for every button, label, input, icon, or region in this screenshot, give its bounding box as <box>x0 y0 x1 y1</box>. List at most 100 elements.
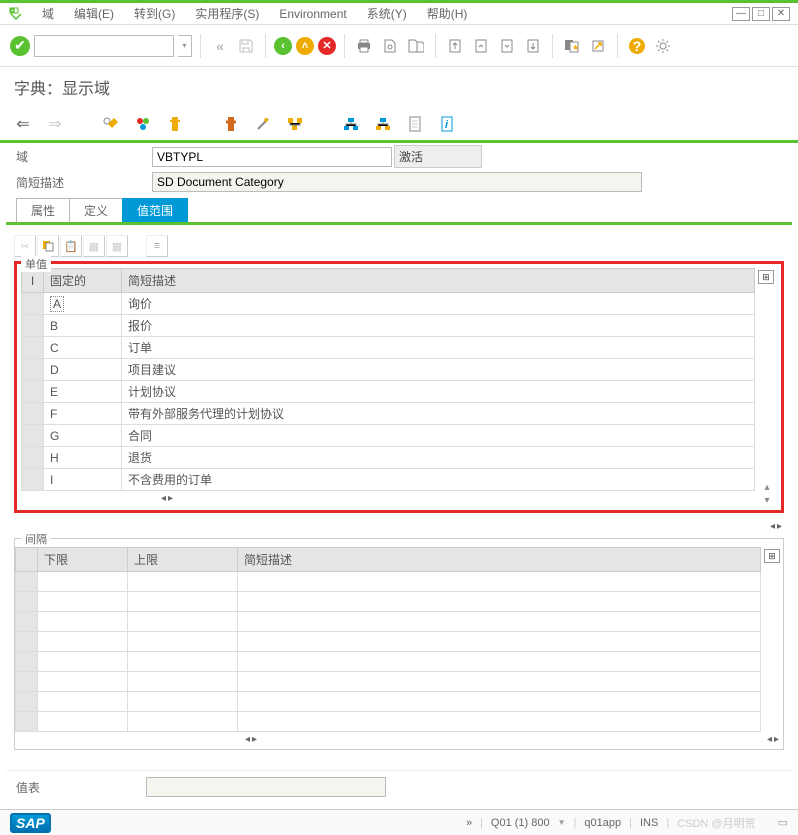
tab-value-range[interactable]: 值范围 <box>122 198 188 222</box>
int-col-desc[interactable]: 简短描述 <box>238 548 761 572</box>
back-button[interactable]: ‹ <box>274 37 292 55</box>
cell-desc[interactable] <box>238 632 761 652</box>
vscroll-down-icon[interactable]: ▾ <box>764 495 769 506</box>
next-page-icon[interactable] <box>496 35 518 57</box>
row-selector[interactable] <box>22 381 44 403</box>
check-icon[interactable] <box>166 115 184 133</box>
display-change-icon[interactable] <box>102 115 120 133</box>
cell-desc[interactable]: 计划协议 <box>122 381 755 403</box>
table-row[interactable] <box>16 692 761 712</box>
settings-icon[interactable] <box>652 35 674 57</box>
int-col-marker[interactable] <box>16 548 38 572</box>
command-field[interactable] <box>34 35 174 57</box>
cell-high[interactable] <box>128 672 238 692</box>
command-dropdown[interactable]: ▾ <box>178 35 192 57</box>
int-grid-config-icon[interactable]: ⊞ <box>764 549 780 563</box>
table-row[interactable] <box>16 572 761 592</box>
cell-fixed[interactable]: G <box>44 425 122 447</box>
cell-desc[interactable] <box>238 672 761 692</box>
int-col-high[interactable]: 上限 <box>128 548 238 572</box>
wand-icon[interactable] <box>254 115 272 133</box>
minimize-button[interactable]: — <box>732 7 750 21</box>
maximize-button[interactable]: □ <box>752 7 770 21</box>
intervals-grid[interactable]: 下限 上限 简短描述 <box>15 547 761 732</box>
nav-fwd-icon[interactable]: ⇒ <box>46 115 64 133</box>
cell-fixed[interactable]: C <box>44 337 122 359</box>
exit-button[interactable]: ˄ <box>296 37 314 55</box>
cell-low[interactable] <box>38 652 128 672</box>
cell-low[interactable] <box>38 612 128 632</box>
row-selector[interactable] <box>22 315 44 337</box>
close-button[interactable]: ✕ <box>772 7 790 21</box>
grid-config-icon[interactable]: ⊞ <box>758 270 774 284</box>
cell-desc[interactable]: 合同 <box>122 425 755 447</box>
where-used-icon[interactable] <box>286 115 304 133</box>
cancel-button[interactable]: ✕ <box>318 37 336 55</box>
tab-definition[interactable]: 定义 <box>69 198 123 222</box>
row-selector[interactable] <box>16 612 38 632</box>
domain-field[interactable] <box>152 147 392 167</box>
first-page-icon[interactable] <box>444 35 466 57</box>
cell-fixed[interactable]: H <box>44 447 122 469</box>
menu-help[interactable]: 帮助(H) <box>417 3 478 24</box>
help-icon[interactable]: ? <box>626 35 648 57</box>
info-icon[interactable]: i <box>438 115 456 133</box>
inner-hscroll[interactable]: ◂▸ <box>161 493 173 504</box>
cell-fixed[interactable]: E <box>44 381 122 403</box>
hierarchy2-icon[interactable] <box>374 115 392 133</box>
table-row[interactable]: D项目建议 <box>22 359 755 381</box>
menu-goto[interactable]: 转到(G) <box>124 3 185 24</box>
col-marker[interactable]: I <box>22 269 44 293</box>
cell-desc[interactable] <box>238 652 761 672</box>
cell-desc[interactable]: 询价 <box>122 293 755 315</box>
delete-row-icon[interactable]: ▦ <box>106 235 128 257</box>
col-fixed[interactable]: 固定的 <box>44 269 122 293</box>
row-selector[interactable] <box>22 447 44 469</box>
cell-low[interactable] <box>38 572 128 592</box>
cell-desc[interactable]: 报价 <box>122 315 755 337</box>
hierarchy-icon[interactable] <box>342 115 360 133</box>
int-col-low[interactable]: 下限 <box>38 548 128 572</box>
row-selector[interactable] <box>22 293 44 315</box>
doc-icon[interactable] <box>406 115 424 133</box>
menu-utilities[interactable]: 实用程序(S) <box>185 3 269 24</box>
prev-page-icon[interactable] <box>470 35 492 57</box>
outer-hscroll-1[interactable]: ◂▸ <box>770 521 782 532</box>
cell-desc[interactable]: 不含费用的订单 <box>122 469 755 491</box>
cell-desc[interactable]: 带有外部服务代理的计划协议 <box>122 403 755 425</box>
table-row[interactable] <box>16 592 761 612</box>
table-row[interactable] <box>16 632 761 652</box>
table-row[interactable]: G合同 <box>22 425 755 447</box>
table-row[interactable] <box>16 652 761 672</box>
table-row[interactable]: C订单 <box>22 337 755 359</box>
row-selector[interactable] <box>22 425 44 447</box>
cell-fixed[interactable]: I <box>44 469 122 491</box>
cell-desc[interactable] <box>238 592 761 612</box>
cell-low[interactable] <box>38 672 128 692</box>
activate-icon[interactable] <box>222 115 240 133</box>
cell-fixed[interactable]: B <box>44 315 122 337</box>
expand-icon[interactable]: ≡ <box>146 235 168 257</box>
cell-fixed[interactable]: A <box>44 293 122 315</box>
cell-low[interactable] <box>38 632 128 652</box>
single-values-grid[interactable]: I 固定的 简短描述 A询价B报价C订单D项目建议E计划协议F带有外部服务代理的… <box>21 268 755 491</box>
cell-high[interactable] <box>128 712 238 732</box>
last-page-icon[interactable] <box>522 35 544 57</box>
cell-high[interactable] <box>128 632 238 652</box>
cell-low[interactable] <box>38 712 128 732</box>
value-table-field[interactable] <box>146 777 386 797</box>
table-row[interactable] <box>16 672 761 692</box>
table-row[interactable]: B报价 <box>22 315 755 337</box>
shortcut-icon[interactable] <box>587 35 609 57</box>
cell-high[interactable] <box>128 692 238 712</box>
save-icon[interactable] <box>235 35 257 57</box>
nav-back-icon[interactable]: ⇐ <box>14 115 32 133</box>
row-selector[interactable] <box>16 652 38 672</box>
cell-low[interactable] <box>38 592 128 612</box>
other-object-icon[interactable] <box>134 115 152 133</box>
paste-icon[interactable]: 📋 <box>60 235 82 257</box>
tab-attributes[interactable]: 属性 <box>16 198 70 222</box>
menu-system[interactable]: 系统(Y) <box>357 3 417 24</box>
row-selector[interactable] <box>22 403 44 425</box>
cell-desc[interactable]: 订单 <box>122 337 755 359</box>
